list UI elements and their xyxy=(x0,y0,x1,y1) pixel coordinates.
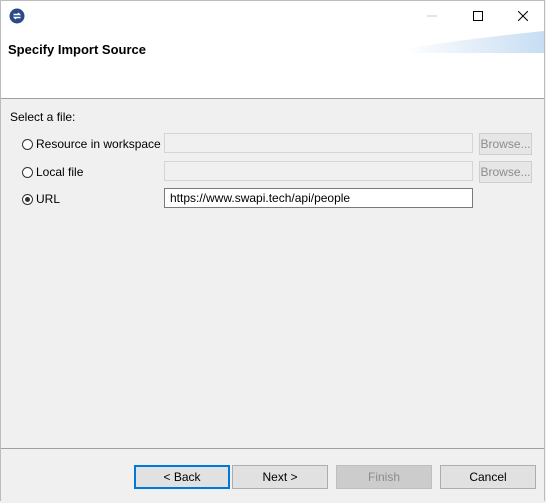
header-banner-graphic xyxy=(404,31,544,53)
radio-button[interactable] xyxy=(22,166,33,178)
radio-resource-in-workspace[interactable]: Resource in workspace xyxy=(22,137,161,151)
back-button[interactable]: < Back xyxy=(134,465,230,489)
page-title: Specify Import Source xyxy=(8,42,146,57)
radio-label: Resource in workspace xyxy=(36,137,161,151)
radio-local-file[interactable]: Local file xyxy=(22,165,83,179)
url-input[interactable]: https://www.swapi.tech/api/people xyxy=(164,188,473,208)
radio-label: Local file xyxy=(36,165,84,179)
next-button[interactable]: Next > xyxy=(232,465,328,489)
minimize-icon xyxy=(427,15,437,17)
cancel-button[interactable]: Cancel xyxy=(440,465,536,489)
title-bar xyxy=(1,1,544,31)
close-button[interactable] xyxy=(500,1,546,31)
import-dialog-window: Specify Import Source Select a file: Res… xyxy=(0,0,545,503)
local-file-field xyxy=(164,161,473,181)
app-icon xyxy=(9,8,25,24)
minimize-button[interactable] xyxy=(409,1,455,31)
wizard-footer: < Back Next > Finish Cancel xyxy=(1,448,544,503)
radio-url[interactable]: URL xyxy=(22,192,60,206)
browse-local-file-button: Browse... xyxy=(479,161,532,183)
radio-label: URL xyxy=(36,192,61,206)
wizard-header: Specify Import Source xyxy=(1,31,544,99)
maximize-button[interactable] xyxy=(455,1,501,31)
radio-button-selected[interactable] xyxy=(22,193,33,205)
browse-workspace-button: Browse... xyxy=(479,133,532,155)
maximize-icon xyxy=(473,11,483,21)
close-icon xyxy=(518,11,528,21)
select-file-label: Select a file: xyxy=(10,110,76,124)
radio-button[interactable] xyxy=(22,138,33,150)
workspace-resource-field xyxy=(164,133,473,153)
finish-button: Finish xyxy=(336,465,432,489)
wizard-content: Select a file: Resource in workspace Bro… xyxy=(1,99,544,449)
